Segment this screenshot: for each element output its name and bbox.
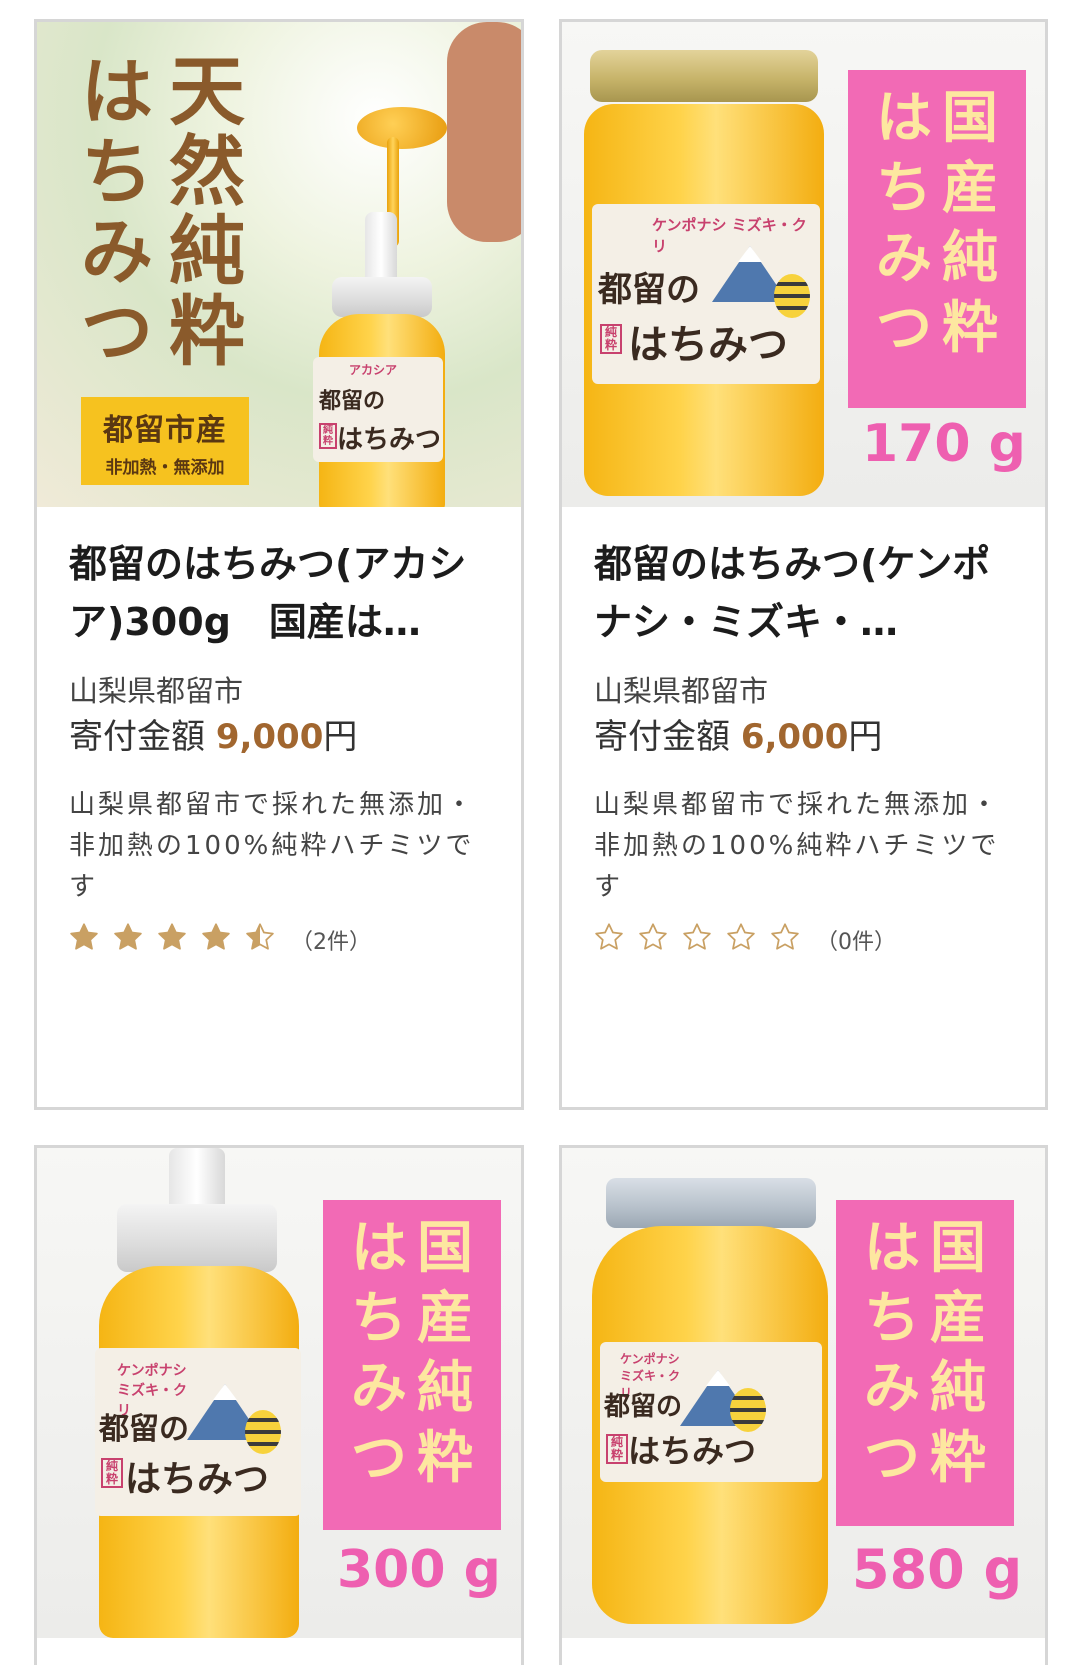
product-image[interactable]: ケンポナシ ミズキ・クリ 都留の 純粋 はちみつ はちみつ 国産純粋 580 g — [562, 1148, 1045, 1638]
weight-label: 580 g — [852, 1538, 1023, 1601]
star-empty-icon — [727, 923, 755, 950]
star-empty-icon — [595, 923, 623, 950]
product-description: 山梨県都留市で採れた無添加・非加熱の100%純粋ハチミツです — [594, 790, 1001, 902]
municipality: 山梨県都留市 — [594, 674, 769, 708]
badge-title: 都留市産 — [103, 413, 227, 448]
label-mark: 純粋 — [606, 1434, 628, 1465]
origin-badge: 都留市産 非加熱・無添加 — [81, 397, 249, 485]
bottle-label: アカシア 都留の 純粋 はちみつ — [313, 357, 443, 462]
amount-label: 寄付金額 — [594, 717, 730, 757]
product-description: 山梨県都留市で採れた無添加・非加熱の100%純粋ハチミツです — [69, 790, 476, 902]
bottle-cap — [117, 1204, 277, 1272]
label-line2: はちみつ — [125, 1459, 270, 1500]
bottle-label: ケンポナシ ミズキ・クリ 都留の 純粋 はちみつ — [95, 1348, 301, 1516]
label-mark: 純粋 — [319, 423, 337, 449]
product-image[interactable]: ケンポナシ ミズキ・クリ 都留の 純粋 はちみつ はちみつ 国産純粋 170 g — [562, 22, 1045, 507]
star-filled-icon — [70, 923, 98, 950]
banner-col-left: はちみつ — [864, 1216, 920, 1491]
jar-lid — [590, 50, 818, 102]
product-image[interactable]: はちみつ 天然純粋 都留市産 非加熱・無添加 アカシア 都留の 純粋 はちみつ — [37, 22, 521, 507]
product-title[interactable]: 都留のはちみつ(ケンポナシ・ミズキ・… — [594, 535, 1013, 651]
star-half-icon — [246, 923, 274, 950]
amount-value: 6,000 — [740, 717, 849, 757]
star-rating — [69, 922, 289, 958]
product-info: 都留のはちみつ(ケンポナシ・ミズキ・… 山梨県都留市 寄付金額 6,000円 山… — [562, 535, 1045, 958]
star-rating — [594, 922, 814, 958]
star-empty-icon — [683, 923, 711, 950]
domestic-banner: はちみつ 国産純粋 — [836, 1200, 1014, 1526]
star-filled-icon — [202, 923, 230, 950]
label-line2: はちみつ — [337, 425, 442, 455]
label-line1: 都留の — [598, 270, 700, 310]
amount-label: 寄付金額 — [69, 717, 205, 757]
amount-unit: 円 — [848, 717, 883, 757]
rating: （2件） — [69, 922, 489, 958]
label-line1: 都留の — [604, 1392, 683, 1422]
banner-col-left: はちみつ — [351, 1216, 407, 1491]
headline-col-left: はちみつ — [80, 49, 153, 374]
review-count[interactable]: （0件） — [816, 924, 896, 956]
product-card[interactable]: ケンポナシ ミズキ・クリ 都留の 純粋 はちみつ はちみつ 国産純粋 300 g — [34, 1145, 524, 1665]
product-title[interactable]: 都留のはちみつ(アカシア)300g 国産は… — [69, 535, 489, 651]
rating: （0件） — [594, 922, 1013, 958]
spoon-image — [357, 107, 447, 149]
headline-wrapper: はちみつ 天然純粋 — [77, 52, 249, 372]
review-count[interactable]: （2件） — [291, 924, 371, 956]
bottle-cap — [332, 277, 432, 317]
bottle-nozzle — [365, 212, 397, 282]
jar-label: ケンポナシ ミズキ・クリ 都留の 純粋 はちみつ — [592, 204, 820, 384]
banner-col-right: 国産純粋 — [930, 1216, 986, 1491]
banner-col-right: 国産純粋 — [942, 86, 998, 361]
banner-col-right: 国産純粋 — [417, 1216, 473, 1491]
jar-lid — [606, 1178, 816, 1228]
donation-amount: 寄付金額 9,000円 — [69, 711, 489, 763]
product-card[interactable]: はちみつ 天然純粋 都留市産 非加熱・無添加 アカシア 都留の 純粋 はちみつ … — [34, 19, 524, 1110]
label-line1: 都留の — [99, 1412, 189, 1447]
label-sub-text: アカシア — [349, 363, 398, 377]
label-line2: はちみつ — [628, 1432, 757, 1470]
star-filled-icon — [158, 923, 186, 950]
label-line2: はちみつ — [628, 322, 788, 368]
amount-value: 9,000 — [215, 717, 324, 757]
bee-icon — [245, 1410, 281, 1454]
jar-label: ケンポナシ ミズキ・クリ 都留の 純粋 はちみつ — [600, 1342, 822, 1482]
product-card[interactable]: ケンポナシ ミズキ・クリ 都留の 純粋 はちみつ はちみつ 国産純粋 170 g… — [559, 19, 1048, 1110]
weight-label: 170 g — [862, 414, 1026, 474]
label-line1: 都留の — [319, 389, 386, 414]
bottle-nozzle — [169, 1148, 225, 1208]
label-mark: 純粋 — [600, 324, 622, 355]
banner-col-left: はちみつ — [876, 86, 932, 361]
product-info: 都留のはちみつ(アカシア)300g 国産は… 山梨県都留市 寄付金額 9,000… — [37, 535, 521, 958]
hand-image — [447, 22, 521, 242]
star-empty-icon — [771, 923, 799, 950]
product-card[interactable]: ケンポナシ ミズキ・クリ 都留の 純粋 はちみつ はちみつ 国産純粋 580 g — [559, 1145, 1048, 1665]
badge-subtitle: 非加熱・無添加 — [105, 458, 225, 478]
municipality: 山梨県都留市 — [69, 674, 244, 708]
weight-label: 300 g — [337, 1540, 501, 1600]
domestic-banner: はちみつ 国産純粋 — [848, 70, 1026, 408]
star-empty-icon — [639, 923, 667, 950]
star-filled-icon — [114, 923, 142, 950]
domestic-banner: はちみつ 国産純粋 — [323, 1200, 501, 1530]
headline-col-right: 天然純粋 — [169, 47, 245, 376]
label-mark: 純粋 — [101, 1458, 123, 1489]
donation-amount: 寄付金額 6,000円 — [594, 711, 1013, 763]
amount-unit: 円 — [323, 717, 358, 757]
product-image[interactable]: ケンポナシ ミズキ・クリ 都留の 純粋 はちみつ はちみつ 国産純粋 300 g — [37, 1148, 521, 1638]
